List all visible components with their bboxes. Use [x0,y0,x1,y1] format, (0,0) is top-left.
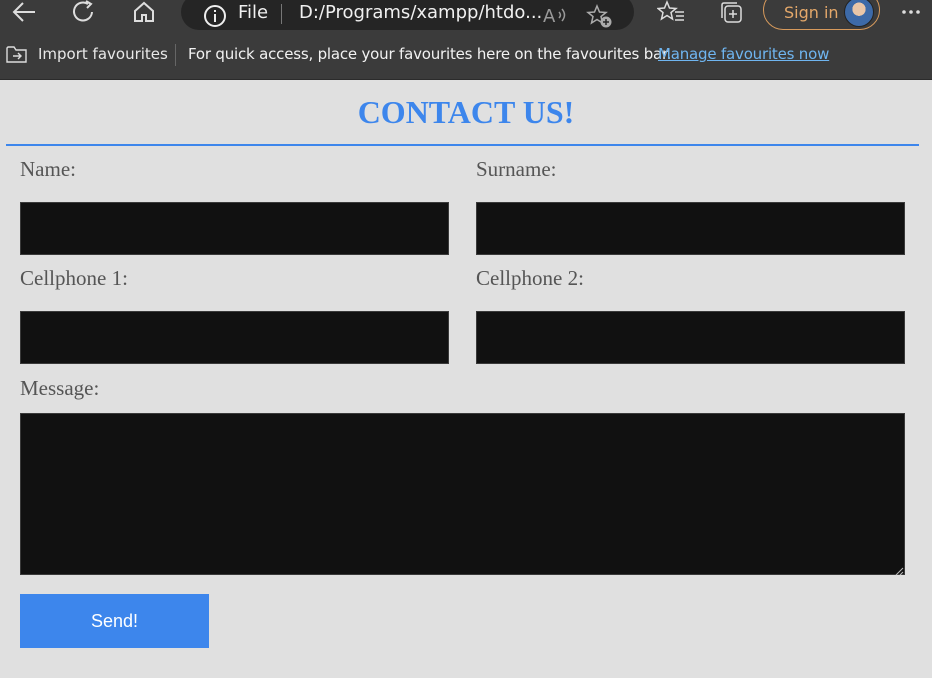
more-options-icon[interactable] [898,0,924,24]
surname-input[interactable] [476,202,905,255]
collections-icon[interactable] [718,0,746,24]
svg-text:A: A [543,6,556,27]
resize-handle-icon[interactable] [894,563,904,576]
favourites-hint-text: For quick access, place your favourites … [188,45,672,63]
home-icon[interactable] [130,0,158,24]
address-bar[interactable]: File D:/Programs/xampp/htdo... A [181,0,634,30]
cellphone-2-label: Cellphone 2: [476,266,584,290]
page-title: CONTACT US! [357,94,575,130]
title-divider [6,144,919,146]
favourites-icon[interactable] [657,0,685,24]
cellphone-1-label: Cellphone 1: [20,266,128,290]
favourites-bar: Import favourites For quick access, plac… [0,30,932,80]
message-label: Message: [20,376,100,400]
message-textarea[interactable] [20,413,905,575]
address-divider [281,4,282,24]
favourites-divider [175,44,176,66]
import-favourites-icon[interactable] [6,44,28,64]
cellphone-1-input[interactable] [20,311,449,364]
info-icon[interactable] [203,4,227,28]
sign-in-button[interactable]: Sign in [763,0,880,30]
import-favourites-button[interactable]: Import favourites [38,45,168,63]
address-url[interactable]: D:/Programs/xampp/htdo... [299,2,542,23]
add-favourite-icon[interactable] [586,4,614,30]
manage-favourites-link[interactable]: Manage favourites now [658,45,829,63]
name-label: Name: [20,157,76,181]
avatar [844,0,874,27]
send-button[interactable]: Send! [20,594,209,648]
browser-toolbar: File D:/Programs/xampp/htdo... A Sign in [0,0,932,30]
name-input[interactable] [20,202,449,255]
refresh-icon[interactable] [70,0,98,24]
cellphone-2-input[interactable] [476,311,905,364]
read-aloud-icon[interactable]: A [543,4,569,28]
sign-in-label: Sign in [784,3,839,22]
back-arrow-icon[interactable] [10,0,38,24]
surname-label: Surname: [476,157,557,181]
address-scheme-label: File [238,2,269,23]
